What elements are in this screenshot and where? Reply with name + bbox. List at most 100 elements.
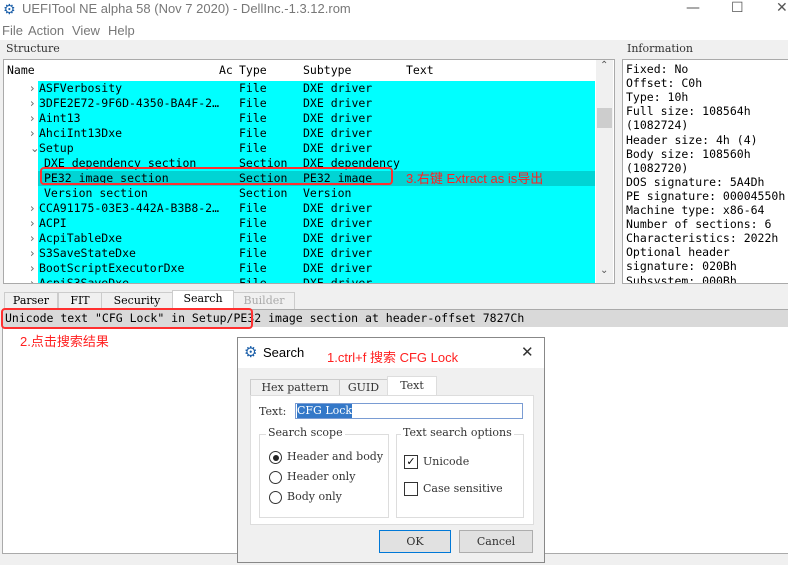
text-input-value: CFG Lock xyxy=(297,404,353,418)
scrollbar[interactable]: ⌃ ⌄ xyxy=(596,60,613,283)
row-type: File xyxy=(239,216,267,230)
annotation-step1: 1.ctrl+f 搜索 CFG Lock xyxy=(327,350,459,365)
scope-radio[interactable] xyxy=(269,451,282,464)
info-line: (1082724) xyxy=(626,118,689,133)
col-subtype[interactable]: Subtype xyxy=(303,61,351,80)
scope-option-label: Header and body xyxy=(287,450,384,463)
info-line: Body size: 108560h xyxy=(626,146,751,161)
tab-parser[interactable]: Parser xyxy=(4,292,58,309)
search-scope-label: Search scope xyxy=(266,426,345,439)
row-subtype: DXE driver xyxy=(303,81,373,95)
tree-row[interactable]: BootScriptExecutorDxe File DXE driver xyxy=(38,261,595,276)
annotation-step2: 2.点击搜索结果 xyxy=(20,334,109,349)
tree-row[interactable]: Setup File DXE driver xyxy=(38,141,595,156)
col-name[interactable]: Name xyxy=(7,61,35,80)
col-type[interactable]: Type xyxy=(239,61,267,80)
info-line: Machine type: x86-64 xyxy=(626,203,765,217)
tree-row[interactable]: AcpiTableDxe File DXE driver xyxy=(38,231,595,246)
menu-file[interactable]: File xyxy=(2,23,23,38)
menu-action[interactable]: Action xyxy=(28,23,64,38)
row-name: AcpiTableDxe xyxy=(39,231,123,245)
maximize-button[interactable]: ☐ xyxy=(731,0,744,16)
tree-row[interactable]: CCA91175-03E3-442A-B3B8-2… File DXE driver xyxy=(38,201,595,216)
structure-label: Structure xyxy=(4,42,62,55)
row-type: File xyxy=(239,111,267,125)
tree-row[interactable]: AcpiS3SaveDxe File DXE driver xyxy=(38,276,595,284)
scrollbar-thumb[interactable] xyxy=(597,108,612,128)
tree-row[interactable]: AhciInt13Dxe File DXE driver xyxy=(38,126,595,141)
col-text[interactable]: Text xyxy=(406,61,434,80)
information-label: Information xyxy=(625,42,696,55)
dialog-gear-icon: ⚙ xyxy=(244,343,258,361)
dialog-title: Search xyxy=(263,345,305,360)
row-type: File xyxy=(239,201,267,215)
radio-dot-icon xyxy=(272,454,279,461)
ok-button[interactable]: OK xyxy=(379,530,451,553)
info-line: Characteristics: 2022h xyxy=(626,231,779,246)
tab-security[interactable]: Security xyxy=(101,292,173,309)
tab-hex-pattern[interactable]: Hex pattern xyxy=(250,379,340,396)
cancel-button[interactable]: Cancel xyxy=(459,530,533,553)
info-line: Fixed: No xyxy=(626,62,689,76)
information-panel: Fixed: No Offset: C0h Type: 10h Full size: … xyxy=(622,59,788,284)
row-subtype: DXE driver xyxy=(303,141,373,155)
collapse-chevron-icon[interactable]: ⌄ xyxy=(30,141,40,156)
row-type: File xyxy=(239,231,267,245)
row-type: Section xyxy=(239,186,288,200)
tab-text[interactable]: Text xyxy=(387,376,437,397)
expand-chevron-icon[interactable]: › xyxy=(30,81,35,96)
scroll-up-icon[interactable]: ⌃ xyxy=(600,60,608,71)
scroll-down-icon[interactable]: ⌄ xyxy=(600,265,608,276)
highlight-box-result xyxy=(1,308,253,329)
row-name: S3SaveStateDxe xyxy=(39,246,136,260)
info-line: Subsystem: 000Bh xyxy=(626,273,737,284)
dialog-close-button[interactable]: ✕ xyxy=(521,343,534,361)
check-icon: ✓ xyxy=(406,455,416,468)
row-name: Aint13 xyxy=(39,111,81,125)
row-name: CCA91175-03E3-442A-B3B8-2… xyxy=(39,201,220,215)
info-line: DOS signature: 5A4Dh xyxy=(626,174,765,189)
minimize-button[interactable]: — xyxy=(686,0,700,16)
info-line: Offset: C0h xyxy=(626,76,703,91)
scope-radio[interactable] xyxy=(269,491,282,504)
row-subtype: DXE driver xyxy=(303,261,373,275)
menu-view[interactable]: View xyxy=(72,23,100,38)
tree-row[interactable]: ACPI File DXE driver xyxy=(38,216,595,231)
tree-row[interactable]: S3SaveStateDxe File DXE driver xyxy=(38,246,595,261)
tree-row[interactable]: Version section Section Version xyxy=(38,186,595,201)
menu-help[interactable]: Help xyxy=(108,23,135,38)
expand-chevron-icon[interactable]: › xyxy=(30,126,35,141)
close-button[interactable]: ✕ xyxy=(776,0,788,16)
expand-chevron-icon[interactable]: › xyxy=(30,111,35,126)
tab-guid[interactable]: GUID xyxy=(339,379,388,396)
unicode-label: Unicode xyxy=(423,455,470,468)
expand-chevron-icon[interactable]: › xyxy=(30,216,35,231)
row-name: AcpiS3SaveDxe xyxy=(39,276,130,284)
tab-builder[interactable]: Builder xyxy=(233,292,295,309)
scope-radio[interactable] xyxy=(269,471,282,484)
row-subtype: DXE driver xyxy=(303,231,373,245)
case-sensitive-checkbox[interactable] xyxy=(404,482,418,496)
row-type: File xyxy=(239,81,267,95)
unicode-checkbox[interactable]: ✓ xyxy=(404,455,418,469)
row-subtype: DXE driver xyxy=(303,126,373,140)
info-line: Optional header xyxy=(626,245,730,260)
scope-option-label: Header only xyxy=(287,470,356,483)
info-line: Full size: 108564h xyxy=(626,104,751,119)
text-input[interactable]: CFG Lock xyxy=(295,403,523,419)
tab-search[interactable]: Search xyxy=(172,290,234,310)
expand-chevron-icon[interactable]: › xyxy=(30,201,35,216)
expand-chevron-icon[interactable]: › xyxy=(30,231,35,246)
expand-chevron-icon[interactable]: › xyxy=(30,276,35,283)
expand-chevron-icon[interactable]: › xyxy=(30,261,35,276)
tree-row[interactable]: 3DFE2E72-9F6D-4350-BA4F-2… File DXE driver xyxy=(38,96,595,111)
tree-row[interactable]: Aint13 File DXE driver xyxy=(38,111,595,126)
text-label: Text: xyxy=(259,405,287,418)
row-name: Version section xyxy=(44,186,148,200)
col-ac[interactable]: Ac xyxy=(219,61,233,80)
row-subtype: DXE driver xyxy=(303,246,373,260)
tree-row[interactable]: ASFVerbosity File DXE driver xyxy=(38,81,595,96)
expand-chevron-icon[interactable]: › xyxy=(30,96,35,111)
tab-fit[interactable]: FIT xyxy=(58,292,102,309)
expand-chevron-icon[interactable]: › xyxy=(30,246,35,261)
